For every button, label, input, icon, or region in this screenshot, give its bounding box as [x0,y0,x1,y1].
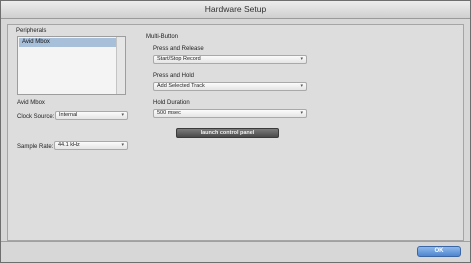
press-and-hold-value: Add Selected Track [157,83,205,89]
chevron-down-icon: ▾ [121,142,124,148]
sample-rate-select[interactable]: 44.1 kHz ▾ [54,141,128,150]
hold-duration-select[interactable]: 500 msec ▾ [153,109,307,118]
chevron-down-icon: ▾ [300,110,303,116]
press-and-release-select[interactable]: Start/Stop Record ▾ [153,55,307,64]
press-and-release-value: Start/Stop Record [157,56,201,62]
device-label: Avid Mbox [17,100,45,106]
chevron-down-icon: ▾ [300,56,303,62]
press-and-release-label: Press and Release [153,46,204,52]
sample-rate-value: 44.1 kHz [58,142,80,148]
peripherals-scrollbar[interactable] [116,37,125,94]
settings-panel: Peripherals Avid Mbox Avid Mbox Clock So… [7,24,464,241]
hold-duration-label: Hold Duration [153,100,190,106]
clock-source-value: Internal [59,112,78,118]
ok-button[interactable]: OK [417,246,461,257]
peripherals-list[interactable]: Avid Mbox [17,36,126,95]
chevron-down-icon: ▾ [121,112,124,118]
clock-source-label: Clock Source: [17,114,55,120]
hold-duration-value: 500 msec [157,110,181,116]
hardware-setup-window: Hardware Setup Peripherals Avid Mbox Avi… [0,0,471,263]
chevron-down-icon: ▾ [300,83,303,89]
sample-rate-label: Sample Rate: [17,144,54,150]
launch-control-panel-button[interactable]: launch control panel [176,128,279,138]
multi-button-title: Multi-Button [146,34,179,40]
footer-divider [1,241,470,242]
press-and-hold-select[interactable]: Add Selected Track ▾ [153,82,307,91]
window-title: Hardware Setup [1,1,470,19]
clock-source-select[interactable]: Internal ▾ [55,111,128,120]
press-and-hold-label: Press and Hold [153,73,195,79]
list-item[interactable]: Avid Mbox [19,38,117,47]
peripherals-label: Peripherals [16,28,47,34]
